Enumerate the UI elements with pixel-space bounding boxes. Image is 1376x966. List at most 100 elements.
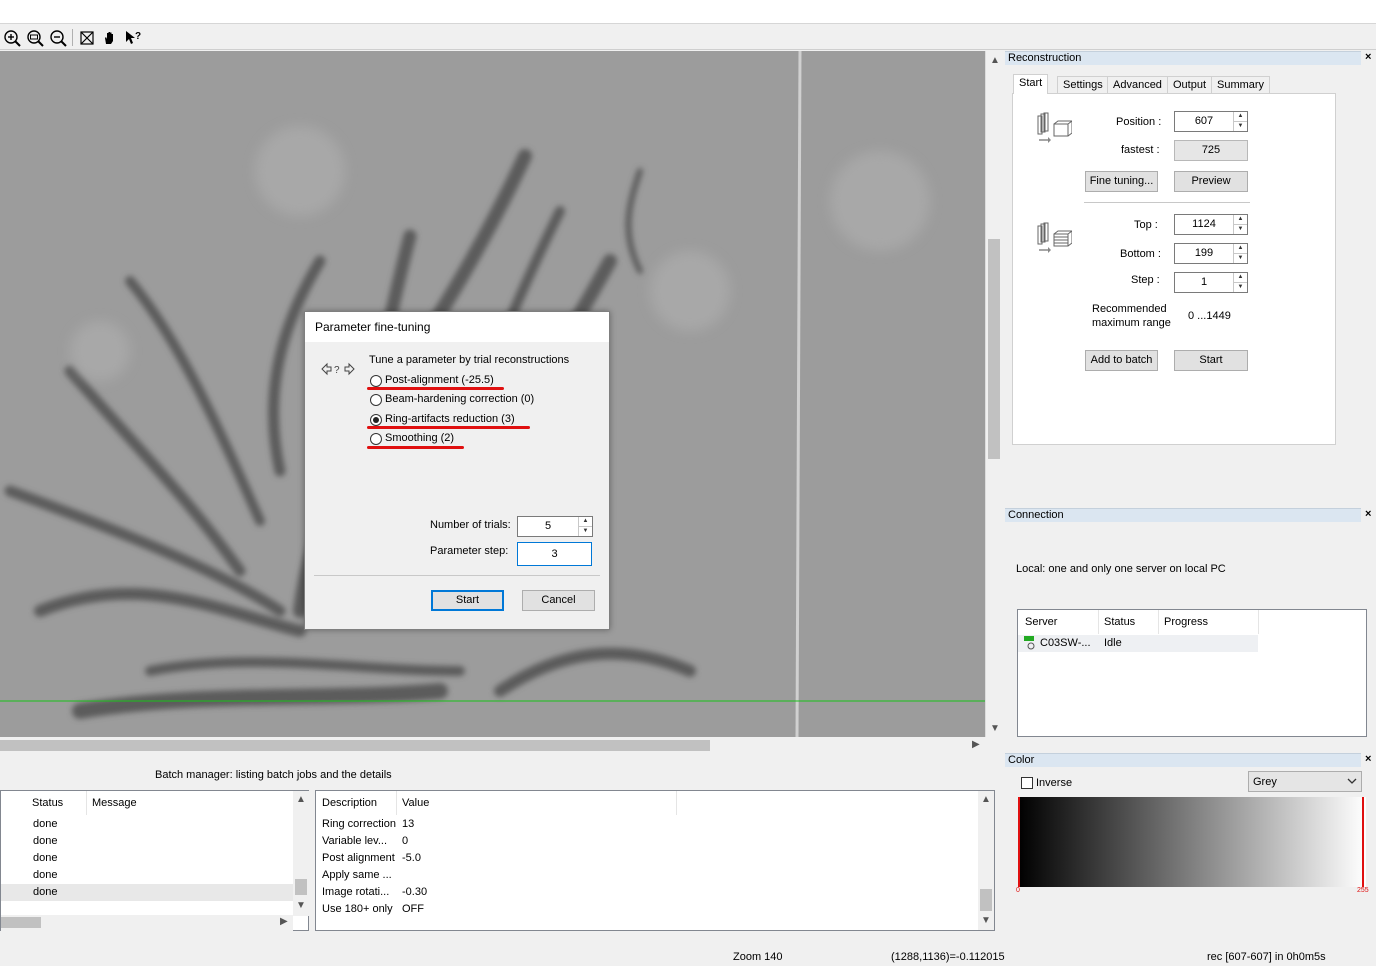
table-row[interactable]: Use 180+ only OFF	[316, 901, 976, 918]
spin-up-icon[interactable]: ▲	[579, 517, 592, 527]
param-step-input[interactable]: 3	[517, 542, 592, 566]
radio-post-alignment[interactable]	[370, 375, 382, 387]
spin-down-icon[interactable]: ▼	[579, 527, 592, 537]
step-label: Step :	[1131, 274, 1160, 286]
radio-beam-hardening[interactable]	[370, 394, 382, 406]
start-button[interactable]: Start	[1174, 350, 1248, 371]
red-underline	[367, 426, 530, 429]
column-server[interactable]: Server	[1025, 616, 1057, 628]
connection-info: Local: one and only one server on local …	[1016, 563, 1226, 575]
batch-jobs-list[interactable]: Status Message done done done done done ▲ ▼ …	[0, 790, 309, 931]
table-row[interactable]: Variable lev... 0	[316, 833, 976, 850]
title-strip	[0, 0, 1376, 24]
position-label: Position :	[1116, 116, 1162, 128]
option-post-alignment-label[interactable]: Post-alignment (-25.5)	[385, 374, 494, 386]
server-list[interactable]: Server Status Progress C03SW-... Idle	[1017, 609, 1367, 737]
table-row[interactable]: Image rotati... -0.30	[316, 884, 976, 901]
fine-tuning-button[interactable]: Fine tuning...	[1085, 171, 1158, 192]
hand-icon[interactable]	[100, 28, 120, 47]
preview-button[interactable]: Preview	[1174, 171, 1248, 192]
trials-label: Number of trials:	[430, 519, 511, 531]
single-slice-icon	[1036, 112, 1074, 149]
batch-header: Batch manager: listing batch jobs and th…	[155, 769, 392, 781]
inverse-label: Inverse	[1036, 777, 1073, 789]
detail-value: OFF	[402, 903, 424, 915]
recommended-label-2: maximum range	[1092, 317, 1171, 329]
recommended-range: 0 ...1449	[1188, 310, 1231, 322]
tab-advanced[interactable]: Advanced	[1107, 76, 1168, 94]
tab-output[interactable]: Output	[1167, 76, 1213, 94]
viewer-vertical-scrollbar[interactable]: ▲ ▼	[985, 51, 1002, 737]
table-row[interactable]: done	[1, 884, 293, 901]
dialog-start-button[interactable]: Start	[431, 590, 504, 611]
column-status[interactable]: Status	[1104, 616, 1135, 628]
spin-up-icon[interactable]: ▲	[1234, 273, 1247, 283]
radio-smoothing[interactable]	[370, 433, 382, 445]
color-gradient[interactable]	[1018, 797, 1366, 887]
slice-range-icon	[1036, 222, 1074, 259]
dialog-title: Parameter fine-tuning	[305, 312, 609, 342]
close-icon[interactable]: ×	[1365, 753, 1371, 765]
option-beam-hardening-label[interactable]: Beam-hardening correction (0)	[385, 393, 534, 405]
spin-up-icon[interactable]: ▲	[1234, 215, 1247, 225]
tab-start[interactable]: Start	[1013, 74, 1049, 94]
top-spinner[interactable]: 1124 ▲ ▼	[1174, 214, 1248, 235]
spin-up-icon[interactable]: ▲	[1234, 112, 1247, 122]
detail-description: Apply same ...	[322, 869, 392, 881]
zoom-in-icon[interactable]	[2, 28, 22, 47]
column-description[interactable]: Description	[322, 797, 377, 809]
zoom-out-icon[interactable]	[48, 28, 68, 47]
column-message[interactable]: Message	[92, 797, 137, 809]
server-status: Idle	[1104, 637, 1122, 649]
radio-ring-artifacts[interactable]	[370, 414, 382, 426]
option-smoothing-label[interactable]: Smoothing (2)	[385, 432, 454, 444]
tab-summary[interactable]: Summary	[1211, 76, 1271, 94]
viewer-horizontal-scrollbar[interactable]: ▶	[0, 737, 985, 754]
spin-up-icon[interactable]: ▲	[1234, 244, 1247, 254]
inverse-checkbox[interactable]	[1021, 777, 1033, 789]
table-row[interactable]: Apply same ...	[316, 867, 976, 884]
table-row[interactable]: Ring correction 13	[316, 816, 976, 833]
server-name: C03SW-...	[1040, 637, 1091, 649]
toolbar: ?	[0, 25, 1376, 50]
zoom-actual-icon[interactable]	[25, 28, 45, 47]
dialog-cancel-button[interactable]: Cancel	[522, 590, 595, 611]
step-spinner[interactable]: 1 ▲ ▼	[1174, 272, 1248, 293]
option-ring-artifacts-label[interactable]: Ring-artifacts reduction (3)	[385, 413, 515, 425]
close-icon[interactable]: ×	[1365, 51, 1371, 63]
red-underline	[367, 387, 504, 390]
fit-icon[interactable]	[77, 28, 97, 47]
trials-spinner[interactable]: 5 ▲ ▼	[517, 516, 593, 537]
tab-settings[interactable]: Settings	[1057, 76, 1109, 94]
palette-select[interactable]: Grey	[1248, 771, 1362, 792]
column-status[interactable]: Status	[32, 797, 63, 809]
add-to-batch-button[interactable]: Add to batch	[1085, 350, 1158, 371]
spin-down-icon[interactable]: ▼	[1234, 225, 1247, 235]
close-icon[interactable]: ×	[1365, 508, 1371, 520]
detail-description: Ring correction	[322, 818, 396, 830]
batch-details-list[interactable]: Description Value Ring correction 13 Varia…	[315, 790, 995, 931]
spin-down-icon[interactable]: ▼	[1234, 283, 1247, 293]
table-row[interactable]: done	[1, 867, 293, 884]
detail-value: -5.0	[402, 852, 421, 864]
column-value[interactable]: Value	[402, 797, 429, 809]
table-row[interactable]: done	[1, 833, 293, 850]
min-marker[interactable]	[1018, 797, 1020, 887]
position-spinner[interactable]: 607 ▲ ▼	[1174, 111, 1248, 132]
table-row[interactable]: C03SW-... Idle	[1018, 635, 1258, 652]
table-row[interactable]: Post alignment -5.0	[316, 850, 976, 867]
help-pointer-icon[interactable]: ?	[123, 28, 143, 47]
bottom-spinner[interactable]: 199 ▲ ▼	[1174, 243, 1248, 264]
batch-manager-bar: Batch manager: listing batch jobs and th…	[0, 767, 1002, 785]
spin-down-icon[interactable]: ▼	[1234, 254, 1247, 264]
max-marker[interactable]	[1362, 797, 1364, 887]
table-row[interactable]: done	[1, 816, 293, 833]
jobs-vertical-scrollbar[interactable]: ▲ ▼	[293, 791, 309, 916]
jobs-horizontal-scrollbar[interactable]: ▶	[1, 915, 293, 931]
column-progress[interactable]: Progress	[1164, 616, 1208, 628]
details-vertical-scrollbar[interactable]: ▲ ▼	[978, 791, 994, 930]
detail-description: Use 180+ only	[322, 903, 393, 915]
table-row[interactable]: done	[1, 850, 293, 867]
detail-value: 0	[402, 835, 409, 847]
spin-down-icon[interactable]: ▼	[1234, 122, 1247, 132]
